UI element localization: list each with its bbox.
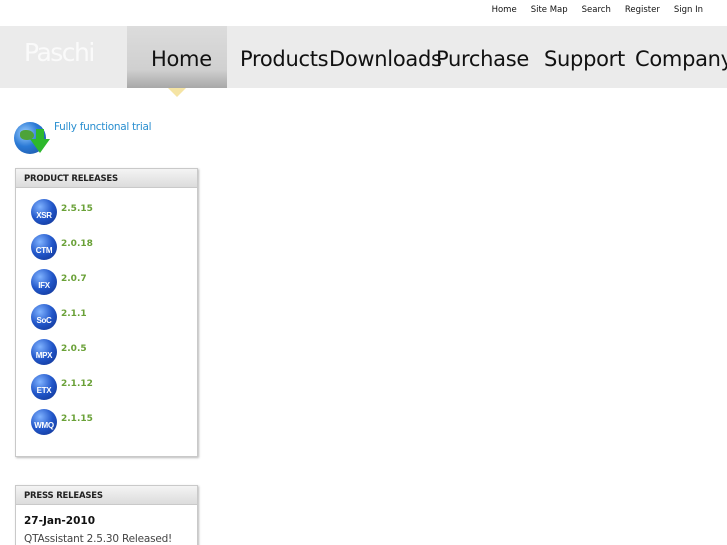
press-headline[interactable]: QTAssistant 2.5.30 Released! (24, 533, 172, 545)
product-version[interactable]: 2.5.15 (61, 204, 93, 214)
trial-link[interactable]: Fully functional trial (12, 117, 212, 163)
product-item-wmq[interactable]: WMQ 2.1.15 (31, 409, 181, 435)
product-version[interactable]: 2.0.18 (61, 239, 93, 249)
nav-products[interactable]: Products (240, 47, 329, 71)
xsr-badge-icon: XSR (31, 199, 57, 225)
press-date: 27-Jan-2010 (24, 515, 96, 527)
ctm-badge-icon: CTM (31, 234, 57, 260)
etx-badge-icon: ETX (31, 374, 57, 400)
nav-home[interactable]: Home (151, 47, 212, 71)
util-link-site-map[interactable]: Site Map (531, 5, 568, 15)
product-version[interactable]: 2.1.12 (61, 379, 93, 389)
ifx-badge-icon: IFX (31, 269, 57, 295)
press-releases-box: PRESS RELEASES 27-Jan-2010 QTAssistant 2… (15, 485, 198, 545)
nav-company[interactable]: Company (635, 47, 727, 71)
util-link-search[interactable]: Search (582, 5, 611, 15)
product-version[interactable]: 2.1.15 (61, 414, 93, 424)
product-item-etx[interactable]: ETX 2.1.12 (31, 374, 181, 400)
product-version[interactable]: 2.0.7 (61, 274, 87, 284)
nav-active-indicator (168, 88, 186, 97)
product-releases-box: PRODUCT RELEASES XSR 2.5.15 CTM 2.0.18 I… (15, 168, 198, 457)
product-releases-title: PRODUCT RELEASES (16, 169, 197, 188)
press-releases-title: PRESS RELEASES (16, 486, 197, 505)
product-item-mpx[interactable]: MPX 2.0.5 (31, 339, 181, 365)
util-link-register[interactable]: Register (625, 5, 660, 15)
util-link-sign-in[interactable]: Sign In (674, 5, 703, 15)
trial-label[interactable]: Fully functional trial (54, 121, 152, 133)
product-version[interactable]: 2.1.1 (61, 309, 87, 319)
utility-links: Home Site Map Search Register Sign In (492, 5, 703, 15)
product-item-ifx[interactable]: IFX 2.0.7 (31, 269, 181, 295)
util-link-home[interactable]: Home (492, 5, 517, 15)
nav-purchase[interactable]: Purchase (436, 47, 529, 71)
product-item-xsr[interactable]: XSR 2.5.15 (31, 199, 181, 225)
nav-downloads[interactable]: Downloads (329, 47, 442, 71)
main-nav: Paschi Home Products Downloads Purchase … (0, 26, 727, 88)
product-version[interactable]: 2.0.5 (61, 344, 87, 354)
mpx-badge-icon: MPX (31, 339, 57, 365)
nav-support[interactable]: Support (544, 47, 625, 71)
download-arrow-icon (30, 139, 50, 153)
product-item-soc[interactable]: SoC 2.1.1 (31, 304, 181, 330)
logo[interactable]: Paschi (24, 38, 95, 67)
soc-badge-icon: SoC (31, 304, 57, 330)
product-item-ctm[interactable]: CTM 2.0.18 (31, 234, 181, 260)
wmq-badge-icon: WMQ (31, 409, 57, 435)
